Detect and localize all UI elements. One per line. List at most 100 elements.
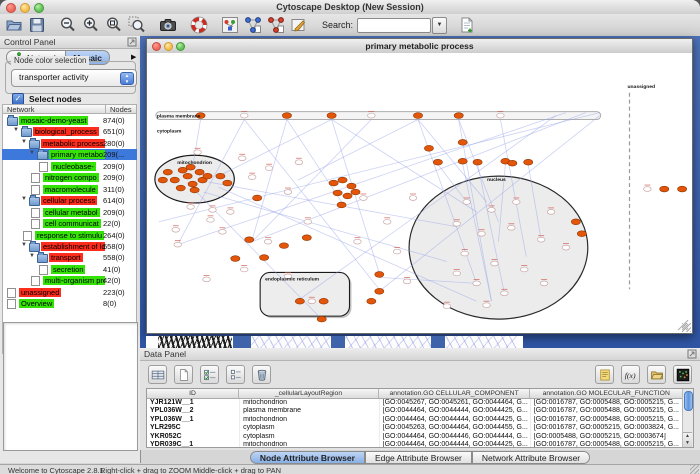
tree-row[interactable]: mosaic-demo-yeast874(0) <box>2 115 137 126</box>
window-resize-grip[interactable] <box>682 323 691 332</box>
table-row[interactable]: YDR039C__1mitochondrion[GO:0044464, GO:0… <box>147 441 683 447</box>
help-icon[interactable] <box>189 16 208 35</box>
table-column-header[interactable]: annotation.GO CELLULAR_COMPONENT <box>379 389 531 398</box>
search-input[interactable] <box>357 18 431 33</box>
tab-node-attribute-browser[interactable]: Node Attribute Browser <box>250 451 365 464</box>
table-row[interactable]: YPL036W__2plasma membrane[GO:0044464, GO… <box>147 407 683 415</box>
zoom-fit-icon[interactable] <box>104 16 123 35</box>
table-cell[interactable]: [GO:0016787, GO:0005488, GO:0005215, G..… <box>531 416 683 424</box>
tree-row[interactable]: secretion41(0) <box>2 264 137 275</box>
table-cell[interactable]: [GO:0016787, GO:0005215, GO:0003824, G..… <box>531 424 683 432</box>
tree-row[interactable]: Overview8(0) <box>2 298 137 309</box>
tab-network-attribute-browser[interactable]: Network Attribute Browser <box>472 451 590 464</box>
tree-node-label[interactable]: metabolic process <box>41 139 105 148</box>
tree-row[interactable]: ▼metabolic process280(0) <box>2 138 137 149</box>
zoom-out-icon[interactable] <box>58 16 77 35</box>
table-cell[interactable]: [GO:0044464, GO:0044444, GO:0044425, G..… <box>380 407 531 415</box>
tree-row[interactable]: response to stimulu264(0) <box>2 230 137 241</box>
scrollbar-arrows[interactable]: ▲▼ <box>683 432 692 447</box>
zoom-region-icon[interactable] <box>127 16 146 35</box>
save-icon[interactable] <box>27 16 46 35</box>
expand-arrow-icon[interactable]: ▼ <box>21 196 27 202</box>
tree-node-label[interactable]: mosaic-demo-yeast <box>19 116 88 125</box>
region-plasma-membrane[interactable] <box>156 112 601 120</box>
table-cell[interactable]: mitochondrion <box>240 399 380 407</box>
tree-node-label[interactable]: nucleobase- <box>51 162 96 171</box>
network-canvas[interactable]: plasma membranecytoplasmmitochondrionnuc… <box>147 53 692 333</box>
birdseye-view[interactable] <box>3 322 138 451</box>
window-resize-grip[interactable] <box>690 465 699 474</box>
expand-arrow-icon[interactable]: ▼ <box>13 127 19 133</box>
table-row[interactable]: YLR295Ccytoplasm[GO:0045263, GO:0044464,… <box>147 424 683 432</box>
layout-blue-icon[interactable] <box>243 16 262 35</box>
float-panel-icon[interactable] <box>127 37 137 47</box>
search-dropdown-arrow-icon[interactable]: ▼ <box>432 17 447 34</box>
column-icon[interactable] <box>148 365 167 384</box>
table-cell[interactable]: plasma membrane <box>240 407 380 415</box>
table-cell[interactable]: [GO:0044464, GO:0044444, GO:0044425, G..… <box>380 416 531 424</box>
tree-row[interactable]: cell communicat22(0) <box>2 218 137 229</box>
column-nodes[interactable]: Nodes <box>106 105 132 113</box>
table-cell[interactable]: YKR052C <box>147 433 240 441</box>
network-svg[interactable]: plasma membranecytoplasmmitochondrionnuc… <box>147 53 692 333</box>
zoom-in-icon[interactable] <box>81 16 100 35</box>
filter-icon[interactable] <box>289 16 308 35</box>
table-cell[interactable]: YJR121W__1 <box>147 399 240 407</box>
table-column-header[interactable]: annotation.GO MOLECULAR_FUNCTION <box>530 389 683 398</box>
table-cell[interactable]: [GO:0045267, GO:0045261, GO:0044464, G..… <box>380 399 531 407</box>
tree-node-label[interactable]: transport <box>49 253 83 262</box>
newdoc-icon[interactable] <box>174 365 193 384</box>
tab-edge-attribute-browser[interactable]: Edge Attribute Browser <box>365 451 472 464</box>
tree-node-label[interactable]: macromolecule <box>43 185 98 194</box>
table-scrollbar[interactable]: ▲▼ <box>682 389 693 447</box>
tree-row[interactable]: nitrogen compo209(0) <box>2 172 137 183</box>
matrix-icon[interactable] <box>673 365 692 384</box>
notes-icon[interactable] <box>595 365 614 384</box>
table-cell[interactable]: YPL036W__2 <box>147 407 240 415</box>
tree-row[interactable]: macromolecule311(0) <box>2 184 137 195</box>
vizmapper-icon[interactable] <box>220 16 239 35</box>
tree-row[interactable]: multi-organism pro42(0) <box>2 275 137 286</box>
tree-node-label[interactable]: secretion <box>51 265 85 274</box>
node-color-dropdown[interactable]: transporter activity ▲▼ <box>11 69 137 87</box>
attribute-doc-icon[interactable] <box>457 16 476 35</box>
tree-row[interactable]: nucleobase-209(0) <box>2 161 137 172</box>
region-nucleus[interactable] <box>409 176 588 319</box>
float-panel-icon[interactable] <box>687 349 697 359</box>
tree-node-label[interactable]: cellular process <box>41 196 97 205</box>
tree-node-label[interactable]: multi-organism pro <box>43 276 105 285</box>
tree-row[interactable]: cellular metabol209(0) <box>2 207 137 218</box>
tree-row[interactable]: ▼transport558(0) <box>2 252 137 263</box>
table-cell[interactable]: YDR039C__1 <box>147 441 240 447</box>
table-cell[interactable]: cytoplasm <box>240 433 380 441</box>
tree-row[interactable]: ▼biological_process651(0) <box>2 126 137 137</box>
table-cell[interactable]: YLR295C <box>147 424 240 432</box>
expand-arrow-icon[interactable]: ▼ <box>21 139 27 145</box>
tree-node-label[interactable]: unassigned <box>19 288 61 297</box>
table-cell[interactable]: [GO:0044464, GO:0044446, GO:0044444, G..… <box>380 433 531 441</box>
function-icon[interactable]: f(x) <box>621 365 640 384</box>
network-view-window[interactable]: primary metabolic process plasma membran… <box>146 38 693 334</box>
table-cell[interactable]: [GO:0044464, GO:0044444, GO:0044425, G..… <box>380 441 531 447</box>
expand-arrow-icon[interactable]: ▼ <box>21 242 27 248</box>
tree-row[interactable]: unassigned223(0) <box>2 287 137 298</box>
table-cell[interactable]: [GO:0016787, GO:0005488, GO:0005215, G..… <box>531 407 683 415</box>
tree-row[interactable]: ▼primary metabo209(... <box>2 149 137 160</box>
table-column-header[interactable]: _cellularLayoutRegion <box>239 389 379 398</box>
table-cell[interactable]: YPL036W__1 <box>147 416 240 424</box>
tree-node-label[interactable]: establishment of lo <box>41 242 105 251</box>
list-icon[interactable] <box>226 365 245 384</box>
tree-row[interactable]: ▼cellular process614(0) <box>2 195 137 206</box>
open-folder-icon[interactable] <box>4 16 23 35</box>
table-cell[interactable]: mitochondrion <box>240 416 380 424</box>
network-view-titlebar[interactable]: primary metabolic process <box>147 39 692 54</box>
tree-node-label[interactable]: Overview <box>19 299 54 308</box>
tree-node-label[interactable]: primary metabo <box>49 150 105 159</box>
layout-red-icon[interactable] <box>266 16 285 35</box>
tree-node-label[interactable]: nitrogen compo <box>43 173 99 182</box>
expand-arrow-icon[interactable]: ▼ <box>29 253 35 259</box>
scrollbar-thumb[interactable] <box>684 391 693 411</box>
table-row[interactable]: YJR121W__1mitochondrion[GO:0045267, GO:0… <box>147 399 683 407</box>
camera-icon[interactable] <box>158 16 177 35</box>
table-cell[interactable]: cytoplasm <box>240 424 380 432</box>
